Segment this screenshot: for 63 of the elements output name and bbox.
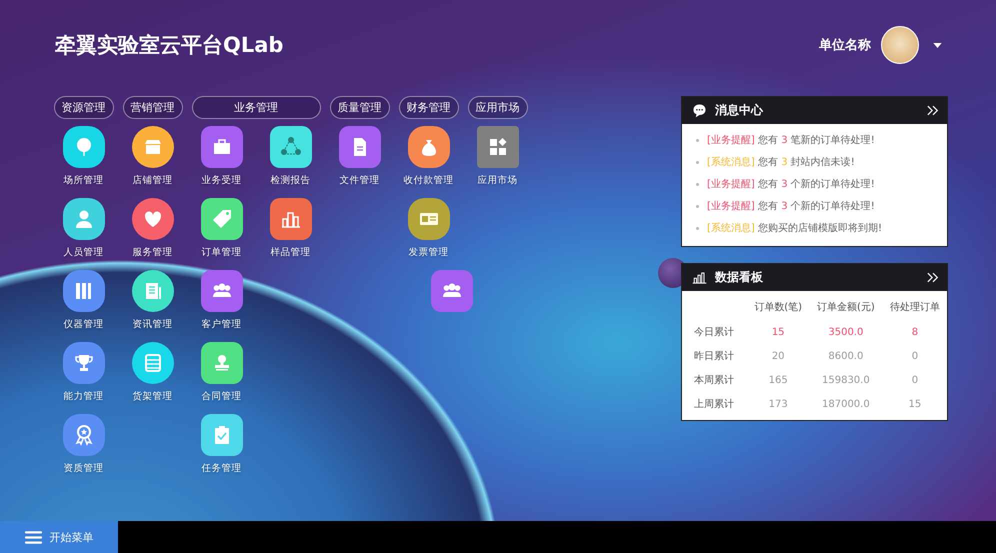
app-shortcut[interactable] <box>431 270 473 312</box>
panel-title: 数据看板 <box>715 269 764 286</box>
app-shortcut[interactable]: 订单管理 <box>187 198 256 270</box>
app-shortcut[interactable]: 仪器管理 <box>49 270 118 342</box>
app-shortcut[interactable]: 资讯管理 <box>118 270 187 342</box>
app-shortcut[interactable]: 场所管理 <box>49 126 118 198</box>
app-shortcut[interactable]: 文件管理 <box>325 126 394 198</box>
message-item[interactable]: [业务提醒] 您有 3 笔新的订单待处理! <box>696 130 947 152</box>
category-tab[interactable]: 财务管理 <box>398 96 458 119</box>
bar-chart-icon <box>692 270 707 285</box>
column-header: 订单数(笔) <box>753 300 804 315</box>
app-shortcut[interactable]: 样品管理 <box>256 198 325 270</box>
user-name[interactable]: 单位名称 <box>819 36 871 54</box>
column-header: 订单金额(元) <box>816 300 876 315</box>
table-cell-text: 15 <box>770 326 786 340</box>
row-label: 本周累计 <box>693 374 735 388</box>
category-tab[interactable]: 应用市场 <box>468 96 528 119</box>
app-shortcut[interactable]: 资质管理 <box>49 414 118 486</box>
app-shortcut[interactable]: 合同管理 <box>187 342 256 414</box>
chat-bubble-icon <box>692 103 707 118</box>
app-shortcut[interactable]: 店铺管理 <box>118 126 187 198</box>
caret-icon[interactable] <box>933 42 942 48</box>
table-cell-text: 15 <box>908 398 922 412</box>
row-label: 昨日累计 <box>693 350 735 364</box>
message-item[interactable]: [系统消息] 您购买的店铺模版即将到期! <box>696 218 947 240</box>
table-cell-text: 0 <box>910 374 920 388</box>
double-chevron-icon[interactable] <box>927 105 939 116</box>
table-cell-text: 159830.0 <box>821 374 871 388</box>
app-shortcut[interactable]: 业务受理 <box>187 126 256 198</box>
category-tab[interactable]: 业务管理 <box>192 96 320 119</box>
message-item[interactable]: [业务提醒] 您有 3 个新的订单待处理! <box>696 196 947 218</box>
app-shortcut[interactable]: 能力管理 <box>49 342 118 414</box>
column-header: 待处理订单 <box>888 300 941 315</box>
table-cell-text: 0 <box>910 350 920 364</box>
app-shortcut[interactable]: 检测报告 <box>256 126 325 198</box>
row-label: 上周累计 <box>693 398 735 412</box>
platform-title: 牵翼实验室云平台QLab <box>55 32 284 59</box>
app-shortcut[interactable]: 客户管理 <box>187 270 256 342</box>
table-cell-text: 20 <box>770 350 786 364</box>
message-item[interactable]: [系统消息] 您有 3 封站内信未读! <box>696 152 947 174</box>
app-shortcut[interactable]: 服务管理 <box>118 198 187 270</box>
category-tab[interactable]: 质量管理 <box>330 96 390 119</box>
app-shortcut[interactable]: 人员管理 <box>49 198 118 270</box>
app-shortcut[interactable]: 货架管理 <box>118 342 187 414</box>
category-tab[interactable]: 资源管理 <box>54 96 114 119</box>
table-cell-text: 165 <box>768 374 789 388</box>
app-shortcut[interactable]: 任务管理 <box>187 414 256 486</box>
panel-title: 消息中心 <box>715 102 764 119</box>
table-cell-text: 173 <box>768 398 789 412</box>
table-cell-text: 3500.0 <box>827 326 864 340</box>
message-item[interactable]: [业务提醒] 您有 3 个新的订单待处理! <box>696 174 947 196</box>
app-shortcut[interactable]: 应用市场 <box>463 126 532 198</box>
double-chevron-icon[interactable] <box>927 272 939 283</box>
app-shortcut[interactable]: 发票管理 <box>394 198 463 270</box>
category-tab[interactable]: 营销管理 <box>122 96 182 119</box>
menu-icon <box>24 530 42 544</box>
row-label: 今日累计 <box>693 326 735 340</box>
table-cell-text: 8 <box>910 326 920 340</box>
avatar[interactable] <box>881 26 919 64</box>
table-cell-text: 8600.0 <box>827 350 864 364</box>
app-shortcut[interactable]: 收付款管理 <box>394 126 463 198</box>
table-cell-text: 187000.0 <box>821 398 871 412</box>
start-menu-button[interactable]: 开始菜单 <box>0 521 118 553</box>
